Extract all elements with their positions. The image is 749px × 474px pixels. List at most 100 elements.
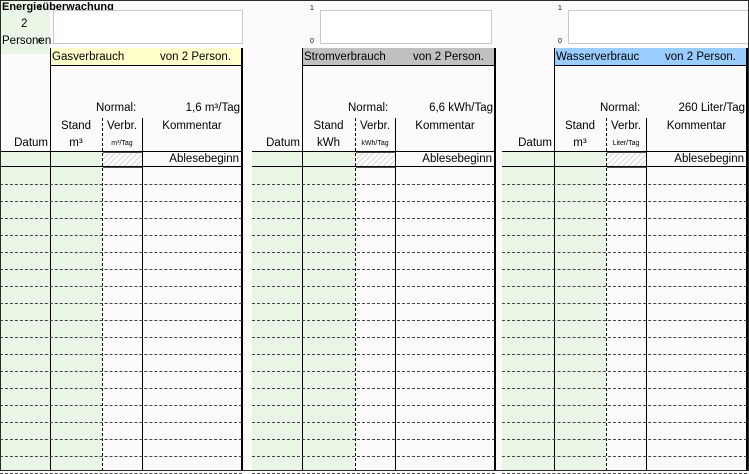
table-row-line[interactable] [0, 422, 242, 423]
table-row-line[interactable] [0, 439, 242, 440]
table-row-line[interactable] [252, 388, 495, 389]
section-persons: von 2 Person. [160, 51, 231, 63]
first-row-bottom-line [502, 166, 747, 167]
table-row-line[interactable] [252, 371, 495, 372]
chart-y-top-label: 1 [38, 5, 42, 12]
table-row-line[interactable] [0, 235, 242, 236]
table-row-line[interactable] [502, 201, 747, 202]
table-row-line[interactable] [0, 184, 242, 185]
first-row-bottom-line [0, 166, 242, 167]
table-row-line[interactable] [0, 405, 242, 406]
datum-column-fill [252, 151, 302, 471]
chart-area[interactable] [568, 10, 749, 44]
table-row-line[interactable] [252, 422, 495, 423]
column-header-stand-unit: m³ [573, 137, 587, 149]
table-row-line[interactable] [0, 286, 242, 287]
table-row-line[interactable] [0, 303, 242, 304]
first-row-bottom-line [252, 166, 495, 167]
table-row-line[interactable] [252, 269, 495, 270]
normal-value: 260 Liter/Tag [678, 102, 746, 114]
chart-y-top-label: 1 [558, 5, 562, 12]
table-row-line[interactable] [0, 371, 242, 372]
table-row-line[interactable] [0, 354, 242, 355]
table-row-line[interactable] [0, 252, 242, 253]
table-row-line[interactable] [252, 252, 495, 253]
column-header-verbr-unit: kWh/Tag [361, 140, 389, 147]
table-row-line[interactable] [502, 286, 747, 287]
table-row-line[interactable] [252, 303, 495, 304]
chart-y-top-label: 1 [310, 5, 314, 12]
section-persons: von 2 Person. [665, 51, 736, 63]
persons-label: Personen [2, 35, 52, 47]
table-row-line[interactable] [252, 337, 495, 338]
column-divider [102, 118, 103, 471]
column-divider [355, 118, 356, 471]
column-header-stand: Stand [564, 120, 596, 132]
chart-area[interactable] [320, 10, 492, 44]
stand-column-fill [302, 151, 355, 471]
table-row-line[interactable] [502, 354, 747, 355]
chart-y-bottom-label: 0 [558, 38, 562, 45]
table-row-line[interactable] [0, 388, 242, 389]
table-row-line[interactable] [502, 371, 747, 372]
table-row-line[interactable] [502, 252, 747, 253]
column-divider [395, 118, 396, 471]
chart-area[interactable] [53, 10, 243, 44]
table-row-line[interactable] [0, 456, 242, 457]
column-header-datum: Datum [266, 137, 300, 149]
column-divider [606, 118, 607, 471]
table-row-line[interactable] [252, 184, 495, 185]
normal-label: Normal: [96, 102, 137, 114]
table-row-line[interactable] [502, 320, 747, 321]
section-title: Stromverbrauch [304, 51, 386, 63]
datum-column-fill [0, 151, 50, 471]
column-header-verbr-unit: Liter/Tag [612, 140, 640, 147]
table-row-line[interactable] [252, 354, 495, 355]
table-row-line[interactable] [252, 201, 495, 202]
table-row-line[interactable] [502, 235, 747, 236]
stand-column-fill [50, 151, 102, 471]
table-row-line[interactable] [502, 218, 747, 219]
table-row-line[interactable] [502, 303, 747, 304]
table-row-line[interactable] [502, 337, 747, 338]
section-title: Wasserverbrauc [556, 51, 640, 63]
first-row-comment[interactable]: Ablesebeginn [395, 152, 492, 166]
column-header-verbr: Verbr. [610, 120, 642, 132]
table-row-line[interactable] [252, 405, 495, 406]
table-row-line[interactable] [252, 320, 495, 321]
stand-column-fill [554, 151, 606, 471]
table-row-line[interactable] [502, 405, 747, 406]
table-row-line[interactable] [252, 218, 495, 219]
column-header-stand-unit: m³ [69, 137, 83, 149]
table-row-line[interactable] [0, 337, 242, 338]
table-row-line[interactable] [502, 439, 747, 440]
table-row-line[interactable] [0, 201, 242, 202]
table-row-line[interactable] [252, 286, 495, 287]
first-row-comment[interactable]: Ablesebeginn [646, 152, 744, 166]
column-divider [554, 48, 555, 471]
first-row-comment[interactable]: Ablesebeginn [142, 152, 239, 166]
chart-y-bottom-label: 0 [38, 38, 42, 45]
column-header-verbr-unit: m³/Tag [111, 140, 133, 147]
normal-value: 6,6 kWh/Tag [429, 102, 493, 114]
normal-value: 1,6 m³/Tag [185, 102, 240, 114]
column-header-kommentar: Kommentar [162, 120, 222, 132]
column-divider [142, 118, 143, 471]
column-header-verbr: Verbr. [106, 120, 138, 132]
section-title: Gasverbrauch [52, 51, 125, 63]
table-row-line[interactable] [502, 184, 747, 185]
column-header-datum: Datum [14, 137, 48, 149]
table-row-line[interactable] [502, 388, 747, 389]
table-row-line[interactable] [252, 439, 495, 440]
persons-count[interactable]: 2 [21, 17, 27, 31]
column-divider [302, 48, 303, 471]
table-row-line[interactable] [0, 269, 242, 270]
table-row-line[interactable] [252, 235, 495, 236]
table-row-line[interactable] [502, 422, 747, 423]
table-row-line[interactable] [0, 320, 242, 321]
table-row-line[interactable] [502, 456, 747, 457]
table-row-line[interactable] [502, 269, 747, 270]
table-row-line[interactable] [0, 218, 242, 219]
table-row-line[interactable] [252, 456, 495, 457]
column-header-stand: Stand [313, 120, 344, 132]
